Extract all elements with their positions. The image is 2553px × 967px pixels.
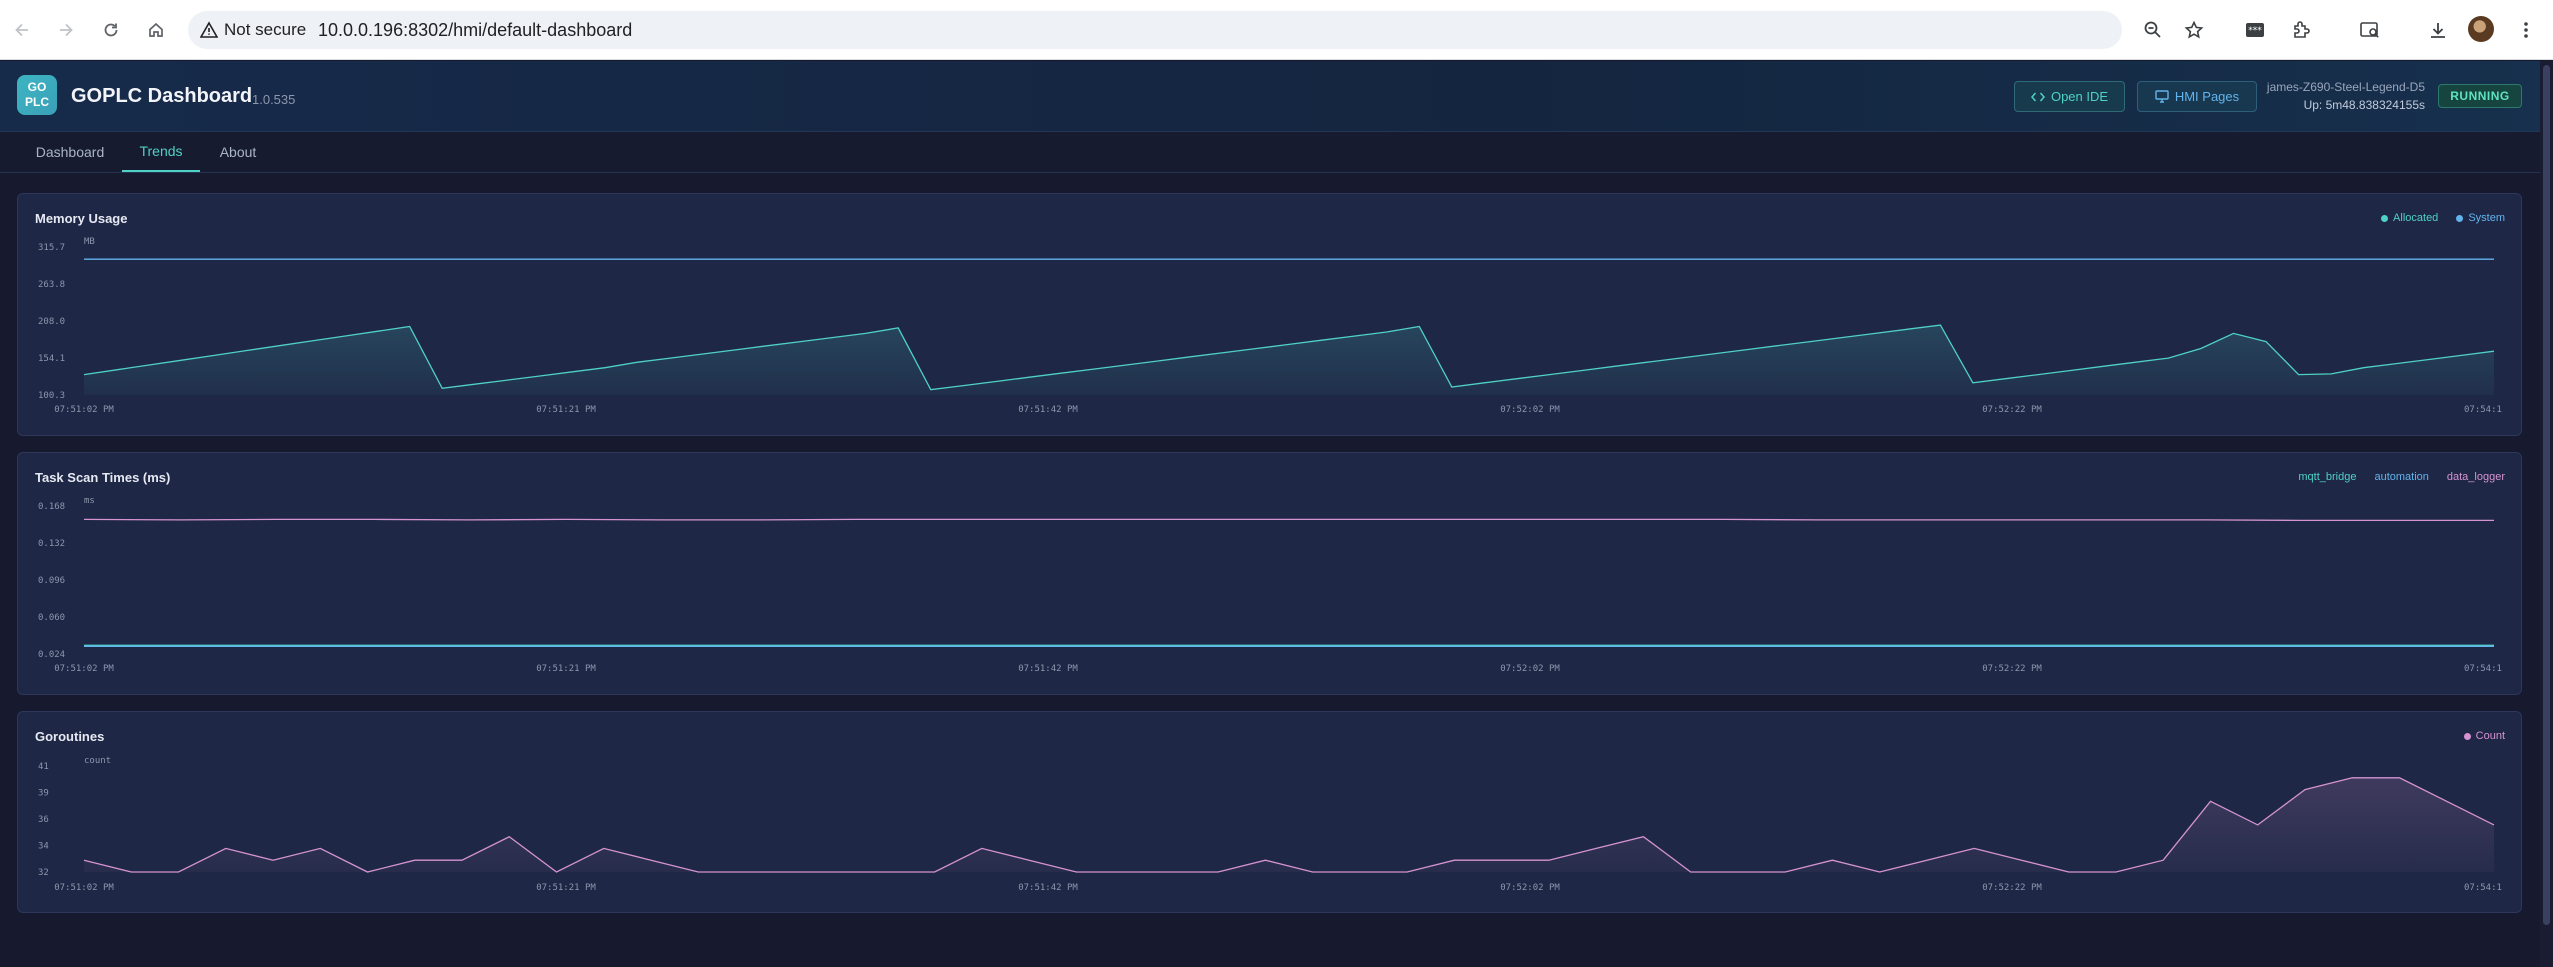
x-tick-label: 07:52:22 PM (1982, 664, 2042, 674)
scrollbar-thumb[interactable] (2543, 65, 2550, 925)
x-tick-label: 07:51:02 PM (54, 405, 114, 415)
y-tick-label: 39 (38, 789, 49, 799)
y-unit-label: ms (84, 496, 95, 506)
y-tick-label: 315.7 (38, 243, 65, 253)
series-area-allocated (84, 325, 2494, 395)
x-tick-label: 07:51:02 PM (54, 664, 114, 674)
y-tick-label: 263.8 (38, 280, 65, 290)
page-scrollbar[interactable] (2540, 61, 2553, 967)
app-header: GO PLC GOPLC Dashboard 1.0.535 Open IDE … (0, 61, 2540, 132)
x-tick-label: 07:52:02 PM (1500, 405, 1560, 415)
x-tick-label: 07:52:02 PM (1500, 664, 1560, 674)
security-label: Not secure (224, 20, 307, 39)
tab-about[interactable]: About (204, 132, 272, 172)
zoom-icon[interactable] (2139, 16, 2167, 44)
logo-line-2: PLC (25, 95, 49, 109)
y-tick-label: 32 (38, 868, 49, 878)
reload-icon[interactable] (95, 14, 127, 46)
browser-toolbar: Not secure 10.0.0.196:8302/hmi/default-d… (0, 0, 2553, 60)
x-tick-label: 07:51:42 PM (1018, 664, 1078, 674)
security-indicator[interactable]: Not secure (200, 20, 306, 40)
forward-icon[interactable] (50, 14, 82, 46)
goplc-logo: GO PLC (17, 75, 57, 115)
goroutines-chart: count 41 39 36 34 32 07:51:02 PM 07:51:21 PM 07:… (38, 756, 2502, 893)
tab-dashboard[interactable]: Dashboard (22, 132, 118, 172)
memory-usage-panel: Memory Usage Allocated System MB 315.7 263… (17, 193, 2522, 436)
logo-line-1: GO (27, 80, 47, 94)
tab-bar: Dashboard Trends About (0, 132, 2540, 173)
hmi-pages-button[interactable]: HMI Pages (2137, 81, 2257, 112)
series-line-count (83, 777, 2495, 873)
svg-text:***: *** (2248, 26, 2262, 36)
url-text[interactable]: 10.0.0.196:8302/hmi/default-dashboard (318, 20, 632, 41)
x-tick-label: 07:54:1 (2464, 883, 2502, 893)
y-unit-label: count (84, 756, 111, 766)
y-tick-label: 0.168 (38, 502, 65, 512)
tab-search-icon[interactable] (2356, 16, 2384, 44)
x-tick-label: 07:52:22 PM (1982, 405, 2042, 415)
app-version: 1.0.535 (252, 92, 296, 107)
extensions-icon[interactable] (2287, 16, 2315, 44)
more-menu-icon[interactable] (2512, 16, 2540, 44)
x-tick-label: 07:51:42 PM (1018, 405, 1078, 415)
goroutines-panel: Goroutines Count count 41 39 36 34 32 07:51:02… (17, 711, 2522, 913)
y-tick-label: 154.1 (38, 354, 65, 364)
uptime: Up: 5m48.838324155s (2303, 98, 2425, 112)
y-tick-label: 0.132 (38, 539, 65, 549)
x-tick-label: 07:52:02 PM (1500, 883, 1560, 893)
x-tick-label: 07:51:21 PM (536, 405, 596, 415)
y-tick-label: 100.3 (38, 391, 65, 401)
series-area-count (84, 777, 2494, 872)
status-badge: RUNNING (2438, 84, 2522, 108)
x-tick-label: 07:51:42 PM (1018, 883, 1078, 893)
y-tick-label: 36 (38, 815, 49, 825)
host-name: james-Z690-Steel-Legend-D5 (2266, 80, 2425, 94)
open-ide-button[interactable]: Open IDE (2014, 81, 2125, 112)
x-tick-label: 07:51:02 PM (54, 883, 114, 893)
profile-avatar[interactable] (2468, 16, 2494, 42)
bookmark-star-icon[interactable] (2180, 16, 2208, 44)
address-bar[interactable]: Not secure 10.0.0.196:8302/hmi/default-d… (188, 11, 2122, 49)
y-tick-label: 208.0 (38, 317, 65, 327)
task-scan-times-chart: ms 0.168 0.132 0.096 0.060 0.024 07:51:02 PM 07… (38, 496, 2502, 674)
code-icon (2030, 92, 2045, 101)
open-ide-label: Open IDE (2050, 89, 2109, 104)
y-tick-label: 41 (38, 762, 49, 772)
monitor-icon (2155, 90, 2169, 103)
password-manager-icon[interactable]: *** (2241, 16, 2269, 44)
series-line-data-logger (83, 518, 2494, 522)
hmi-pages-label: HMI Pages (2174, 89, 2240, 104)
back-icon[interactable] (6, 14, 38, 46)
tab-trends[interactable]: Trends (122, 132, 200, 172)
y-tick-label: 0.060 (38, 613, 65, 623)
x-tick-label: 07:54:1 (2464, 664, 2502, 674)
home-icon[interactable] (140, 14, 172, 46)
warning-icon (200, 21, 218, 38)
y-unit-label: MB (84, 237, 95, 247)
x-tick-label: 07:52:22 PM (1982, 883, 2042, 893)
download-icon[interactable] (2424, 16, 2452, 44)
x-tick-label: 07:51:21 PM (536, 883, 596, 893)
y-tick-label: 0.024 (38, 650, 65, 660)
y-tick-label: 0.096 (38, 576, 65, 586)
y-tick-label: 34 (38, 842, 49, 852)
x-tick-label: 07:51:21 PM (536, 664, 596, 674)
task-scan-times-panel: Task Scan Times (ms) mqtt_bridge automat… (17, 452, 2522, 695)
app-title: GOPLC Dashboard (71, 85, 253, 107)
x-tick-label: 07:54:1 (2464, 405, 2502, 415)
memory-usage-chart: MB 315.7 263.8 208.0 154.1 100.3 07:51:02 PM 07… (38, 237, 2502, 415)
